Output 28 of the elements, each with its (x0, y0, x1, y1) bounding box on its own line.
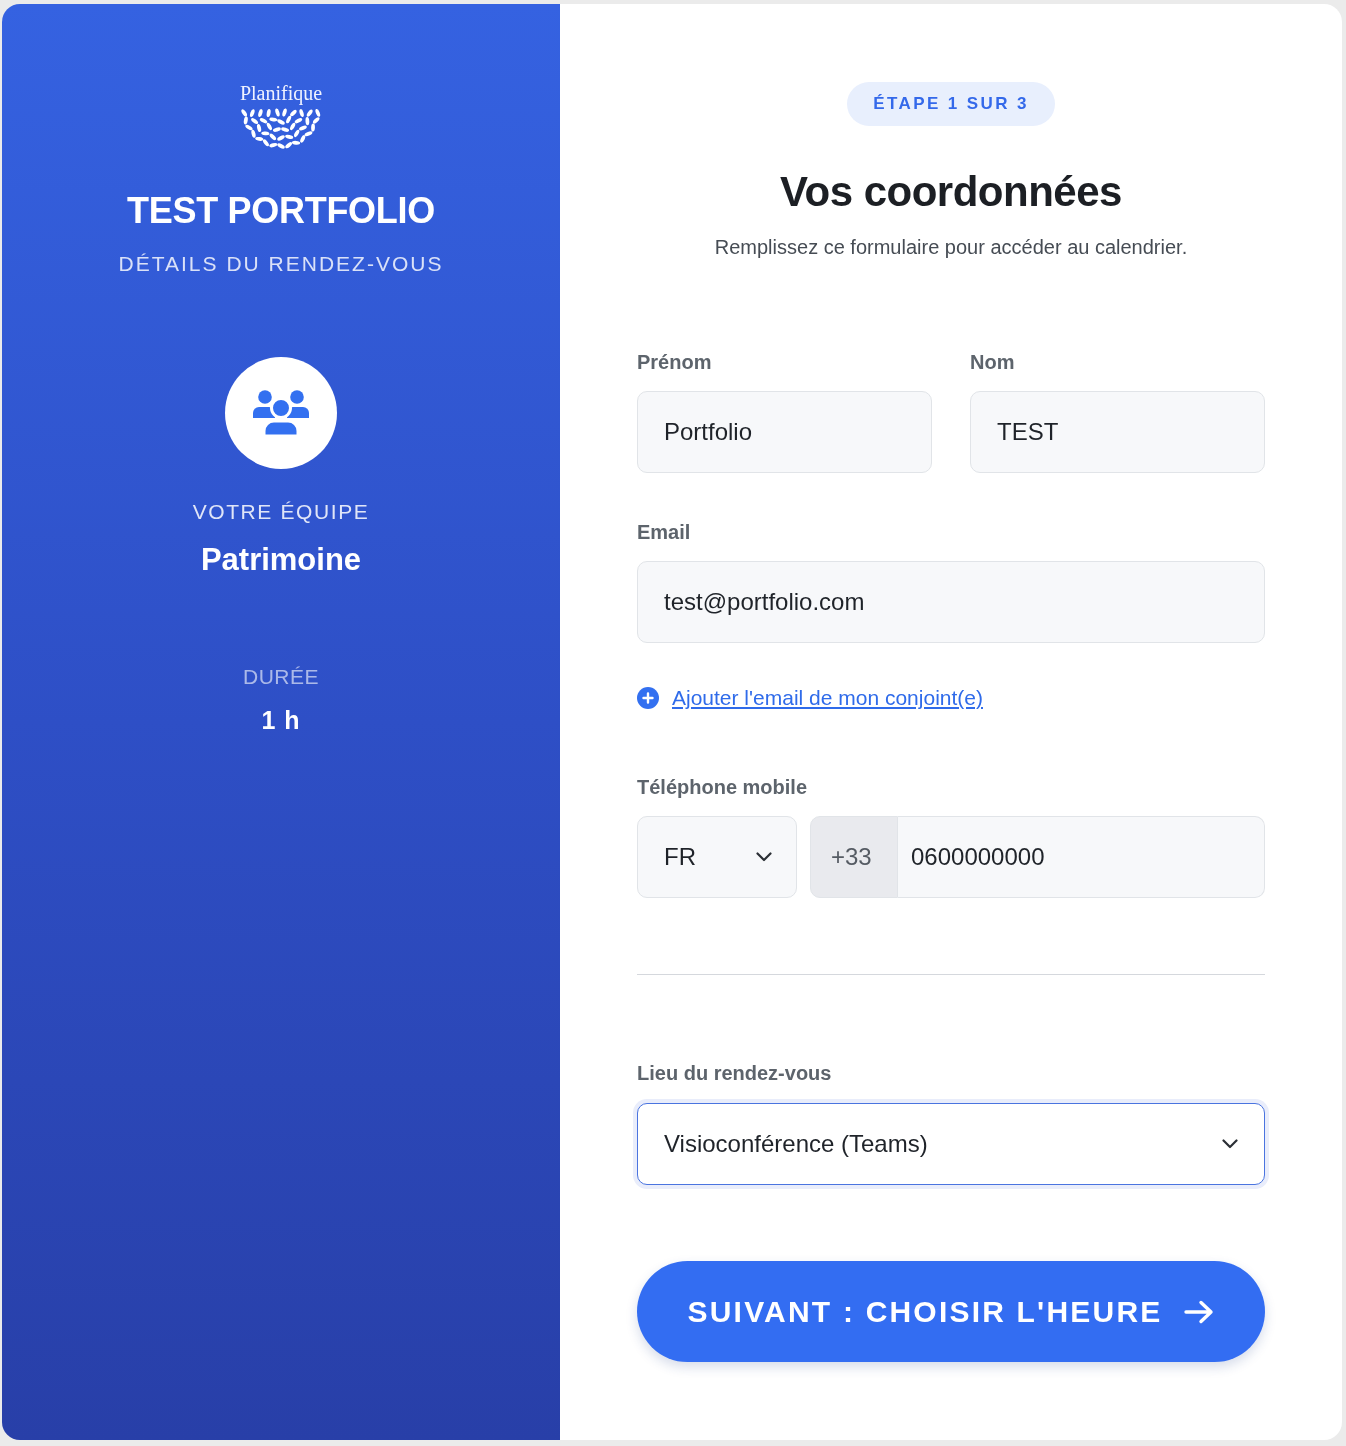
people-group-icon (225, 357, 337, 469)
last-name-field[interactable]: TEST (970, 391, 1265, 473)
field-label: Prénom (637, 350, 712, 375)
country-code-prefix: +33 (810, 816, 898, 898)
chevron-down-icon (1222, 1139, 1238, 1149)
field-label: Téléphone mobile (637, 775, 808, 800)
add-spouse-email-link[interactable]: Ajouter l'email de mon conjoint(e) (672, 685, 983, 711)
field-label: Email (637, 520, 691, 545)
sidebar-subtitle: DÉTAILS DU RENDEZ-VOUS (118, 251, 444, 277)
logo-text: Planifique (239, 82, 323, 104)
duration-label: DURÉE (243, 664, 319, 690)
team-label: VOTRE ÉQUIPE (192, 499, 370, 525)
email-field[interactable]: test@portfolio.com (637, 561, 1265, 643)
plus-circle-icon (637, 687, 659, 709)
duration-value: 1 h (261, 705, 301, 735)
form-subtitle: Remplissez ce formulaire pour accéder au calendrier. (714, 235, 1188, 260)
next-button[interactable]: SUIVANT : CHOISIR L'HEURE (637, 1261, 1265, 1362)
team-name: Patrimoine (200, 541, 362, 579)
field-label: Nom (970, 350, 1015, 375)
first-name-field[interactable]: Portfolio (637, 391, 932, 473)
arrow-right-icon (1184, 1299, 1215, 1324)
sidebar-title: TEST PORTFOLIO (127, 189, 435, 233)
chevron-down-icon (756, 852, 772, 862)
form-title: Vos coordonnées (780, 167, 1122, 217)
step-badge: ÉTAPE 1 SUR 3 (847, 82, 1055, 126)
field-label: Lieu du rendez-vous (637, 1061, 832, 1086)
country-select[interactable]: FR (637, 816, 797, 898)
phone-number-field[interactable]: 0600000000 (898, 816, 1265, 898)
